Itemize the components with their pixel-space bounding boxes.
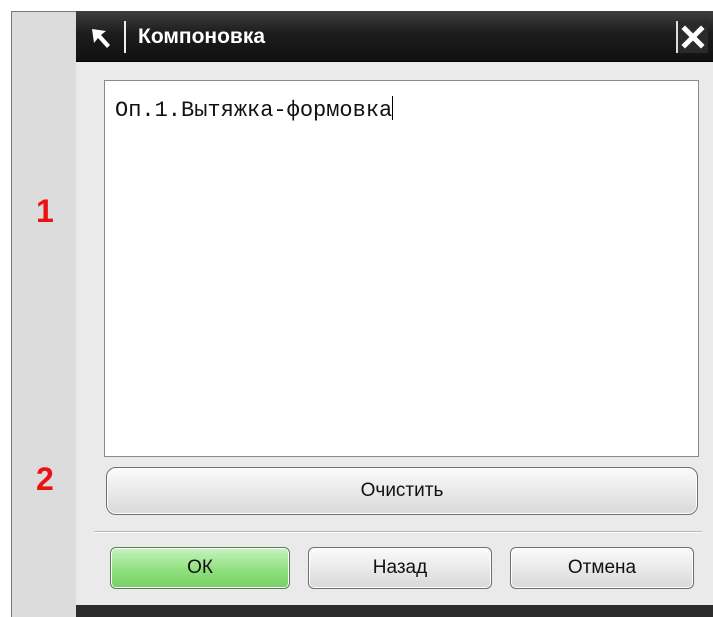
text-area-value: Оп.1.Вытяжка-формовка (115, 98, 393, 123)
close-icon[interactable] (676, 21, 708, 53)
callout-number-2: 2 (36, 461, 54, 497)
back-button[interactable]: Назад (308, 547, 492, 589)
ok-button[interactable]: ОК (110, 547, 290, 589)
dialog-bottom-edge (76, 605, 713, 617)
title-bar[interactable]: Компоновка (76, 11, 713, 62)
layout-dialog: Компоновка Оп.1.Вытяжка-формовка Очистит… (76, 11, 713, 617)
divider (94, 531, 702, 533)
clear-button[interactable]: Очистить (106, 467, 698, 515)
title-separator (124, 21, 126, 53)
pointer-arrow-icon (88, 25, 114, 51)
dialog-title: Компоновка (138, 25, 266, 48)
text-area[interactable]: Оп.1.Вытяжка-формовка (104, 80, 699, 457)
cancel-button[interactable]: Отмена (510, 547, 694, 589)
text-cursor (392, 96, 394, 120)
callout-number-1: 1 (36, 193, 54, 229)
